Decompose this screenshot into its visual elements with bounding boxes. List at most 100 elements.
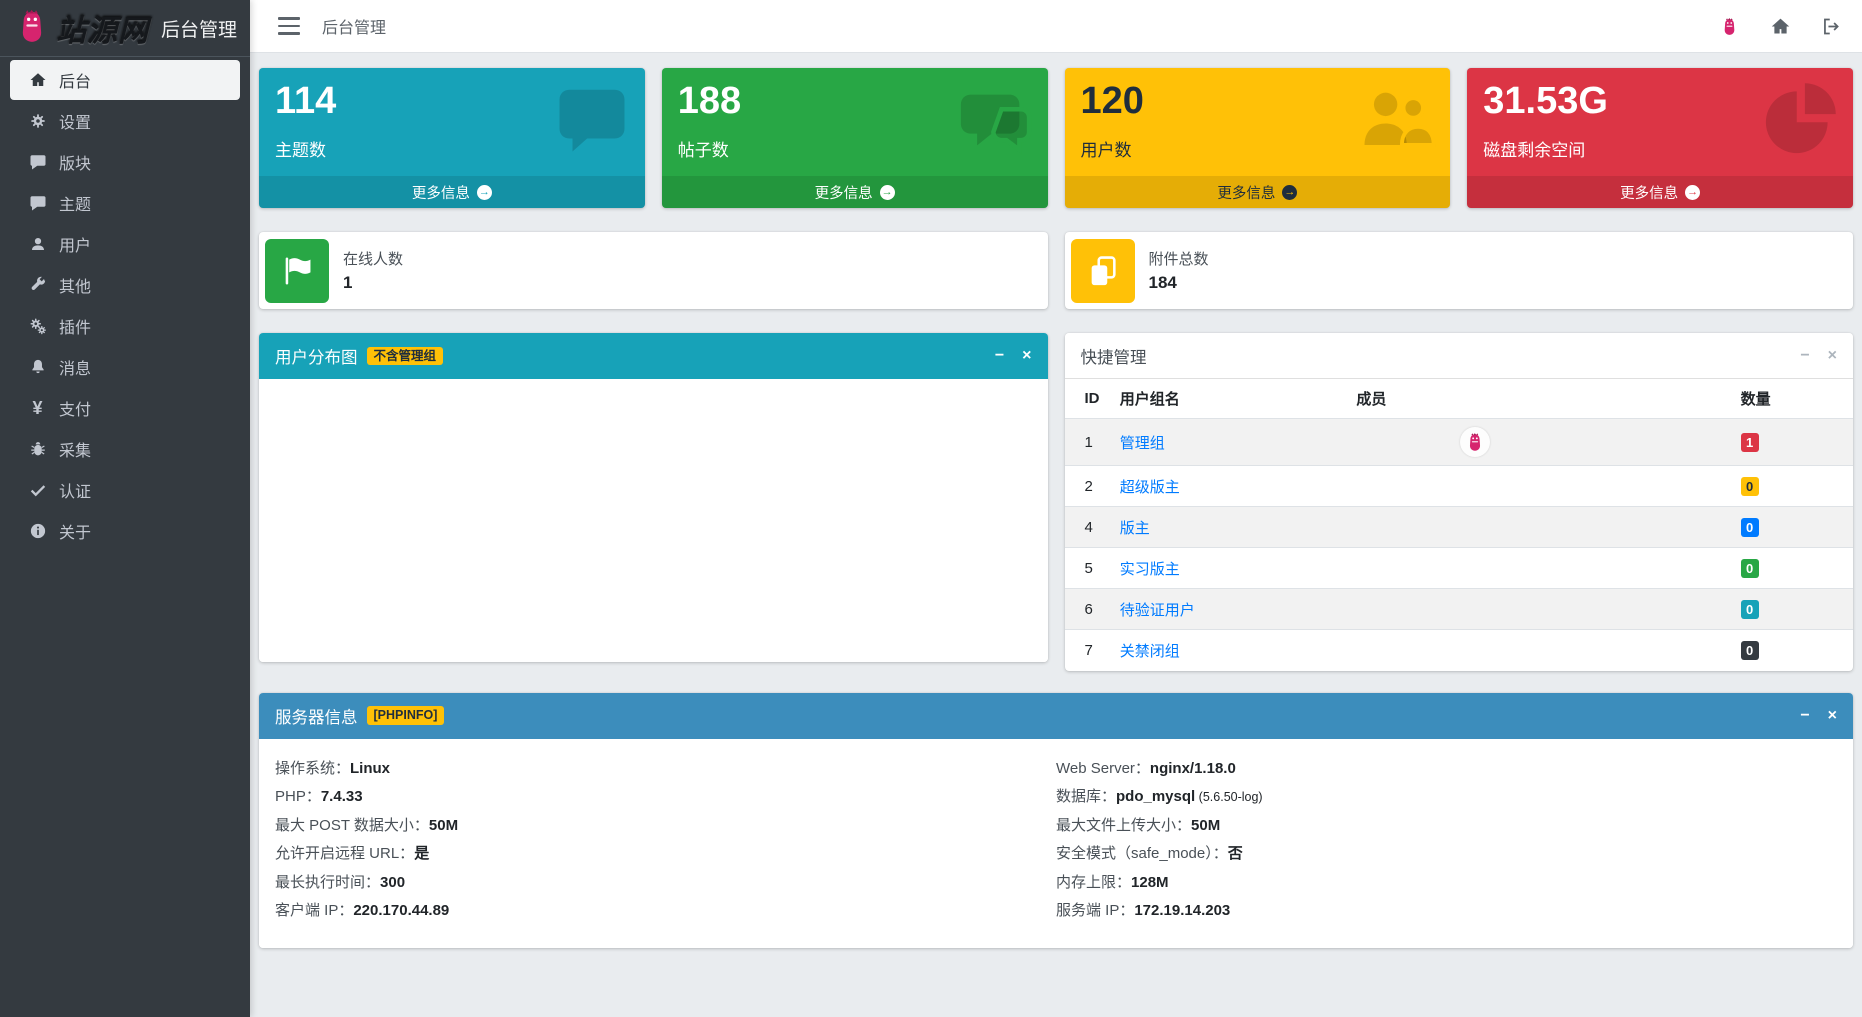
server-info-line: 最大文件上传大小：50M <box>1056 812 1837 841</box>
server-info-line: 安全模式（safe_mode）：否 <box>1056 840 1837 869</box>
stat-card-topics: 114 主题数 更多信息→ <box>259 68 645 208</box>
close-icon[interactable]: × <box>1022 348 1031 364</box>
sidebar-item-settings[interactable]: 设置 <box>10 101 240 141</box>
sidebar-item-label: 后台 <box>59 68 91 92</box>
breadcrumb[interactable]: 后台管理 <box>322 14 386 38</box>
more-info-link[interactable]: 更多信息→ <box>662 176 1048 208</box>
comment-icon <box>553 80 631 158</box>
bell-icon <box>25 358 50 376</box>
sidebar-item-other[interactable]: 其他 <box>10 265 240 305</box>
panel-title: 用户分布图 <box>275 344 358 368</box>
yen-icon: ¥ <box>25 398 50 419</box>
logout-icon[interactable] <box>1821 16 1842 37</box>
more-info-link[interactable]: 更多信息→ <box>1065 176 1451 208</box>
arrow-circle-icon: → <box>1282 185 1297 200</box>
info-icon <box>25 522 50 540</box>
flag-icon <box>265 239 329 303</box>
group-id: 7 <box>1065 630 1112 671</box>
sidebar-item-auth[interactable]: 认证 <box>10 470 240 510</box>
sidebar-item-label: 认证 <box>59 478 91 502</box>
server-info-line: 最大 POST 数据大小：50M <box>275 812 1056 841</box>
group-link[interactable]: 实习版主 <box>1120 561 1180 578</box>
admin-dashboard: 站源网 后台管理 后台 设置 版块 主题 用户 其他 <box>0 0 1862 1017</box>
user-avatar[interactable] <box>1719 16 1740 37</box>
close-icon[interactable]: × <box>1828 708 1837 724</box>
stat-cards-row: 114 主题数 更多信息→ 188 帖子数 <box>259 68 1853 208</box>
panel-title: 服务器信息 <box>275 704 358 728</box>
count-badge: 0 <box>1741 518 1759 537</box>
server-info-line: 操作系统：Linux <box>275 755 1056 784</box>
brand[interactable]: 站源网 后台管理 <box>0 0 250 57</box>
sidebar-item-messages[interactable]: 消息 <box>10 347 240 387</box>
group-link[interactable]: 管理组 <box>1120 435 1165 452</box>
collapse-icon[interactable]: − <box>995 348 1004 364</box>
home-icon[interactable] <box>1770 16 1791 37</box>
table-row: 7 关禁闭组 0 <box>1065 630 1854 671</box>
col-header-count: 数量 <box>1601 379 1853 419</box>
server-info-line: 数据库：pdo_mysql (5.6.50-log) <box>1056 783 1837 812</box>
server-info-line: 内存上限：128M <box>1056 869 1837 898</box>
sidebar-item-label: 采集 <box>59 437 91 461</box>
info-boxes-row: 在线人数 1 附件总数 184 <box>259 232 1853 309</box>
users-icon <box>1358 80 1436 158</box>
sidebar-item-payment[interactable]: ¥ 支付 <box>10 388 240 428</box>
copy-icon <box>1071 239 1135 303</box>
group-link[interactable]: 超级版主 <box>1120 479 1180 496</box>
arrow-circle-icon: → <box>1685 185 1700 200</box>
sidebar-item-collect[interactable]: 采集 <box>10 429 240 469</box>
content: 114 主题数 更多信息→ 188 帖子数 <box>250 53 1862 948</box>
wrench-icon <box>25 276 50 294</box>
arrow-circle-icon: → <box>880 185 895 200</box>
info-box-attachments: 附件总数 184 <box>1065 232 1854 309</box>
close-icon[interactable]: × <box>1828 348 1837 364</box>
panel-title: 快捷管理 <box>1081 344 1147 368</box>
sidebar-item-label: 插件 <box>59 314 91 338</box>
stat-card-disk: 31.53G 磁盘剩余空间 更多信息→ <box>1467 68 1853 208</box>
group-id: 6 <box>1065 589 1112 630</box>
col-header-member: 成员 <box>1348 379 1600 419</box>
panel-badge: 不含管理组 <box>367 347 444 366</box>
member-avatar <box>1460 427 1490 457</box>
server-info-left: 操作系统：Linux PHP：7.4.33 最大 POST 数据大小：50M 允… <box>275 755 1056 926</box>
sidebar-item-topics[interactable]: 主题 <box>10 183 240 223</box>
sidebar-toggle-icon[interactable] <box>278 17 300 35</box>
comment-icon <box>25 153 50 171</box>
sidebar-item-about[interactable]: 关于 <box>10 511 240 551</box>
info-box-label: 在线人数 <box>343 248 403 269</box>
brand-title: 后台管理 <box>161 15 237 42</box>
collapse-icon[interactable]: − <box>1800 708 1809 724</box>
server-info-panel: 服务器信息 [PHPINFO] − × 操作系统：Linux PHP：7.4.3… <box>259 693 1853 948</box>
table-row: 4 版主 0 <box>1065 507 1854 548</box>
more-info-link[interactable]: 更多信息→ <box>259 176 645 208</box>
brand-logo-text: 站源网 <box>56 6 149 50</box>
user-groups-table: ID 用户组名 成员 数量 1 管理组 1 <box>1065 379 1854 671</box>
comments-icon <box>956 80 1034 158</box>
user-distribution-chart <box>259 379 1048 662</box>
sidebar-item-label: 版块 <box>59 150 91 174</box>
sidebar-item-forums[interactable]: 版块 <box>10 142 240 182</box>
server-info-body: 操作系统：Linux PHP：7.4.33 最大 POST 数据大小：50M 允… <box>259 739 1853 948</box>
group-link[interactable]: 待验证用户 <box>1120 602 1195 619</box>
more-info-link[interactable]: 更多信息→ <box>1467 176 1853 208</box>
phpinfo-badge[interactable]: [PHPINFO] <box>367 706 445 725</box>
table-row: 1 管理组 1 <box>1065 419 1854 466</box>
gear-icon <box>25 112 50 130</box>
check-icon <box>25 481 50 499</box>
collapse-icon[interactable]: − <box>1800 348 1809 364</box>
stat-card-posts: 188 帖子数 更多信息→ <box>662 68 1048 208</box>
sidebar-item-dashboard[interactable]: 后台 <box>10 60 240 100</box>
group-id: 1 <box>1065 419 1112 466</box>
server-info-line: PHP：7.4.33 <box>275 783 1056 812</box>
info-box-value: 184 <box>1149 273 1209 293</box>
quick-manage-panel: 快捷管理 − × ID 用户组名 成员 数量 <box>1065 333 1854 671</box>
info-box-label: 附件总数 <box>1149 248 1209 269</box>
main-area: 后台管理 114 主题数 更多信息→ <box>250 0 1862 1017</box>
sidebar-item-plugins[interactable]: 插件 <box>10 306 240 346</box>
group-link[interactable]: 关禁闭组 <box>1120 643 1180 660</box>
group-id: 2 <box>1065 466 1112 507</box>
sidebar-item-users[interactable]: 用户 <box>10 224 240 264</box>
stat-card-users: 120 用户数 更多信息→ <box>1065 68 1451 208</box>
count-badge: 0 <box>1741 600 1759 619</box>
group-link[interactable]: 版主 <box>1120 520 1150 537</box>
comment-icon <box>25 194 50 212</box>
